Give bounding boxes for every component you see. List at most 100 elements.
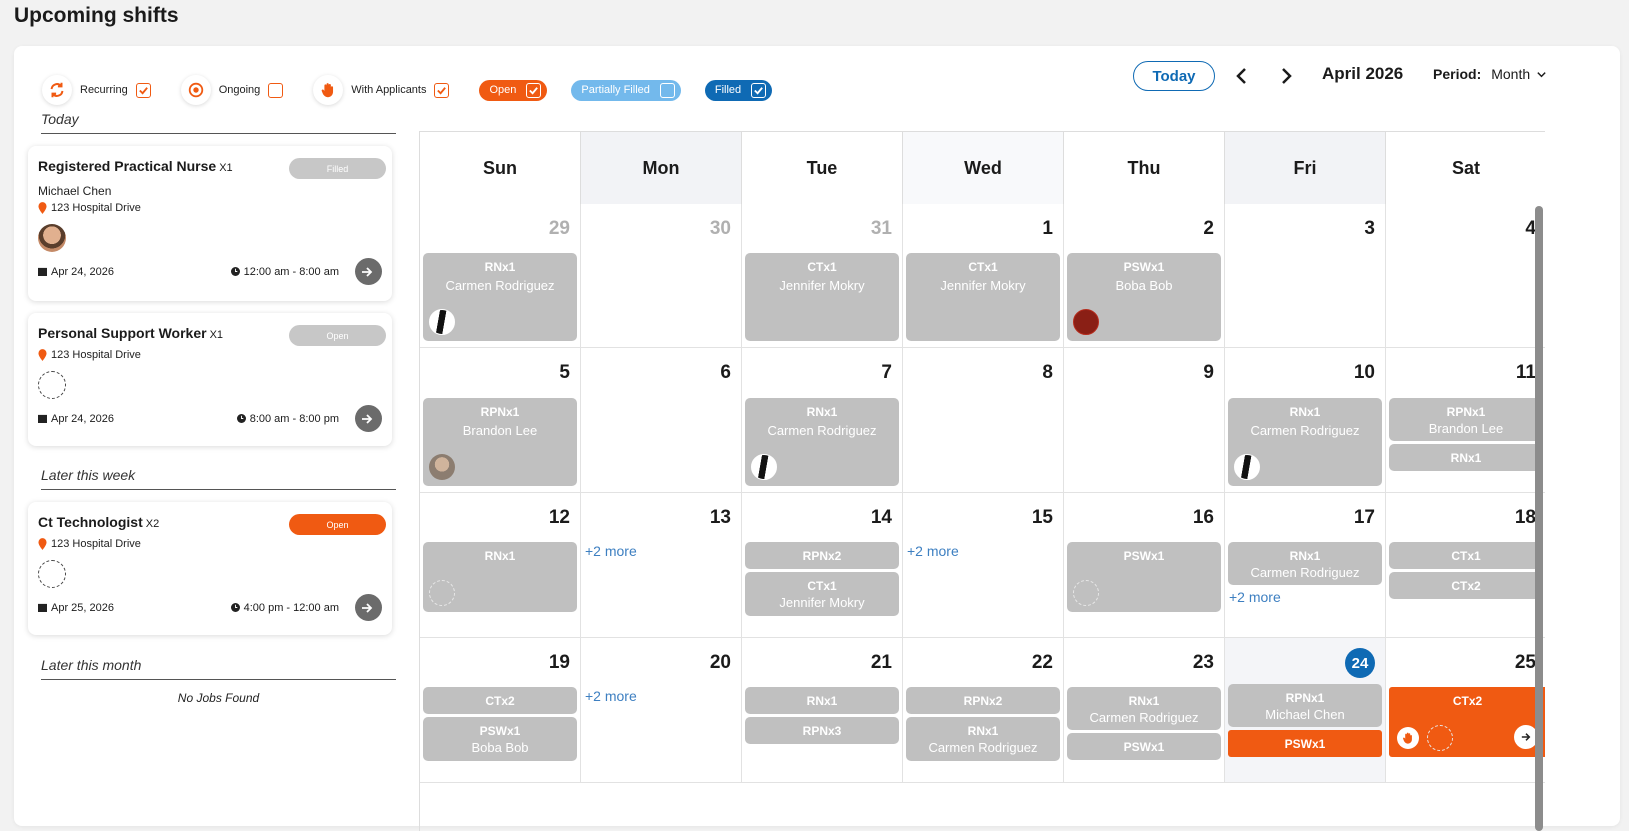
day-number: 12 xyxy=(548,507,570,528)
prev-month-button[interactable] xyxy=(1230,63,1254,89)
clock-icon xyxy=(230,603,240,612)
shift-event[interactable]: CTx1 Jennifer Mokry xyxy=(906,253,1060,341)
shift-event[interactable]: RPNx1 Michael Chen xyxy=(1228,684,1382,727)
weekday-header: Thu xyxy=(1064,132,1225,204)
shift-event-open[interactable]: CTx2 xyxy=(1389,687,1545,757)
day-cell[interactable]: 17 RNx1 Carmen Rodriguez +2 more xyxy=(1225,493,1386,638)
page-title: Upcoming shifts xyxy=(14,4,179,27)
day-cell[interactable]: 5 RPNx1 Brandon Lee xyxy=(420,348,581,493)
shift-event[interactable]: CTx1 Jennifer Mokry xyxy=(745,572,899,616)
shift-card[interactable]: Personal Support Worker X1 Open 123 Hospi… xyxy=(28,313,392,446)
calendar-scrollbar[interactable] xyxy=(1535,206,1543,831)
shift-event[interactable]: RPNx3 xyxy=(745,717,899,744)
ongoing-checkbox[interactable] xyxy=(268,82,284,98)
shift-event[interactable]: CTx2 xyxy=(423,687,577,714)
shift-event[interactable]: PSWx1 Boba Bob xyxy=(423,717,577,761)
period-label: Period: xyxy=(1433,66,1482,82)
more-link[interactable]: +2 more xyxy=(585,688,637,704)
day-cell[interactable]: 1 CTx1 Jennifer Mokry xyxy=(903,204,1064,348)
shift-event[interactable]: RNx1 xyxy=(423,542,577,612)
current-month: April 2026 xyxy=(1322,64,1404,83)
day-number: 30 xyxy=(709,218,731,239)
filter-filled[interactable]: Filled xyxy=(704,79,773,101)
open-shift-button[interactable] xyxy=(355,258,382,285)
day-cell[interactable]: 19 CTx2 PSWx1 Boba Bob xyxy=(420,638,581,783)
shift-event[interactable]: PSWx1 Boba Bob xyxy=(1067,253,1221,341)
open-checkbox[interactable] xyxy=(526,82,542,98)
day-cell[interactable]: 15 +2 more xyxy=(903,493,1064,638)
no-jobs-message: No Jobs Found xyxy=(177,691,260,705)
shift-event[interactable]: CTx2 xyxy=(1389,572,1543,599)
filter-ongoing[interactable]: Ongoing xyxy=(180,75,284,105)
avatar xyxy=(429,309,455,335)
open-shift-button[interactable] xyxy=(355,594,382,621)
more-link[interactable]: +2 more xyxy=(585,543,637,559)
day-cell[interactable]: 3 xyxy=(1225,204,1386,348)
day-cell-today[interactable]: 24 RPNx1 Michael Chen PSWx1 xyxy=(1225,638,1386,783)
day-cell[interactable]: 31 CTx1 Jennifer Mokry xyxy=(742,204,903,348)
shift-event-open[interactable]: PSWx1 xyxy=(1228,730,1382,757)
shift-event[interactable]: CTx1 Jennifer Mokry xyxy=(745,253,899,341)
shift-event[interactable]: RNx1 Carmen Rodriguez xyxy=(1228,542,1382,585)
day-cell[interactable]: 9 xyxy=(1064,348,1225,493)
shift-event[interactable]: RNx1 xyxy=(745,687,899,714)
filter-ongoing-label: Ongoing xyxy=(218,84,261,96)
arrow-right-icon xyxy=(361,266,372,277)
shift-event[interactable]: RNx1 Carmen Rodriguez xyxy=(423,253,577,341)
day-cell[interactable]: 13 +2 more xyxy=(581,493,742,638)
shift-event[interactable]: RPNx2 xyxy=(906,687,1060,714)
day-cell[interactable]: 16 PSWx1 xyxy=(1064,493,1225,638)
period-select[interactable]: Period: Month xyxy=(1433,66,1547,82)
filter-recurring[interactable]: Recurring xyxy=(42,75,151,105)
filter-open[interactable]: Open xyxy=(479,79,548,101)
day-cell[interactable]: 29 RNx1 Carmen Rodriguez xyxy=(420,204,581,348)
shift-event[interactable]: CTx1 xyxy=(1389,542,1543,569)
day-cell[interactable]: 12 RNx1 xyxy=(420,493,581,638)
day-cell[interactable]: 10 RNx1 Carmen Rodriguez xyxy=(1225,348,1386,493)
recurring-checkbox[interactable] xyxy=(135,82,151,98)
target-icon xyxy=(180,75,211,105)
shift-event[interactable]: PSWx1 xyxy=(1067,733,1221,760)
day-cell[interactable]: 14 RPNx2 CTx1 Jennifer Mokry xyxy=(742,493,903,638)
more-link[interactable]: +2 more xyxy=(907,543,959,559)
shift-event[interactable]: RPNx1 Brandon Lee xyxy=(1389,398,1543,441)
filter-partially-filled[interactable]: Partially Filled xyxy=(571,79,681,101)
day-cell[interactable]: 6 xyxy=(581,348,742,493)
day-cell[interactable]: 2 PSWx1 Boba Bob xyxy=(1064,204,1225,348)
day-cell[interactable]: 22 RPNx2 RNx1 Carmen Rodriguez xyxy=(903,638,1064,783)
day-cell[interactable]: 8 xyxy=(903,348,1064,493)
open-shift-button[interactable] xyxy=(355,405,382,432)
day-cell[interactable]: 7 RNx1 Carmen Rodriguez xyxy=(742,348,903,493)
day-cell[interactable]: 25 CTx2 xyxy=(1386,638,1545,783)
day-cell[interactable]: 30 xyxy=(581,204,742,348)
shift-event[interactable]: PSWx1 xyxy=(1067,542,1221,612)
shift-event[interactable]: RPNx1 Brandon Lee xyxy=(423,398,577,486)
filled-checkbox[interactable] xyxy=(751,82,767,98)
avatar-placeholder xyxy=(1073,580,1099,606)
day-number: 20 xyxy=(709,652,731,673)
shift-footer: Apr 25, 2026 4:00 pm - 12:00 am xyxy=(38,594,382,621)
more-link[interactable]: +2 more xyxy=(1229,589,1281,605)
shift-card[interactable]: Registered Practical Nurse X1 Filled Mich… xyxy=(28,146,392,301)
shift-event[interactable]: RNx1 Carmen Rodriguez xyxy=(1228,398,1382,486)
day-cell[interactable]: 20 +2 more xyxy=(581,638,742,783)
shift-event[interactable]: RNx1 Carmen Rodriguez xyxy=(906,717,1060,761)
day-cell[interactable]: 23 RNx1 Carmen Rodriguez PSWx1 xyxy=(1064,638,1225,783)
day-cell[interactable]: 4 xyxy=(1386,204,1545,348)
day-number: 5 xyxy=(559,362,570,383)
next-month-button[interactable] xyxy=(1274,63,1298,89)
day-cell[interactable]: 21 RNx1 RPNx3 xyxy=(742,638,903,783)
partially-filled-checkbox[interactable] xyxy=(659,82,675,98)
shift-event[interactable]: RPNx2 xyxy=(745,542,899,569)
day-cell[interactable]: 11 RPNx1 Brandon Lee RNx1 xyxy=(1386,348,1545,493)
shift-card[interactable]: Ct Technologist X2 Open 123 Hospital Driv… xyxy=(28,502,392,635)
shift-date: Apr 24, 2026 xyxy=(38,266,114,278)
day-cell[interactable]: 18 CTx1 CTx2 xyxy=(1386,493,1545,638)
day-number: 1 xyxy=(1042,218,1053,239)
shift-event[interactable]: RNx1 xyxy=(1389,444,1543,471)
filter-with-applicants[interactable]: With Applicants xyxy=(313,75,450,105)
today-button[interactable]: Today xyxy=(1133,61,1215,91)
shift-event[interactable]: RNx1 Carmen Rodriguez xyxy=(745,398,899,486)
shift-event[interactable]: RNx1 Carmen Rodriguez xyxy=(1067,687,1221,730)
with-applicants-checkbox[interactable] xyxy=(434,82,450,98)
